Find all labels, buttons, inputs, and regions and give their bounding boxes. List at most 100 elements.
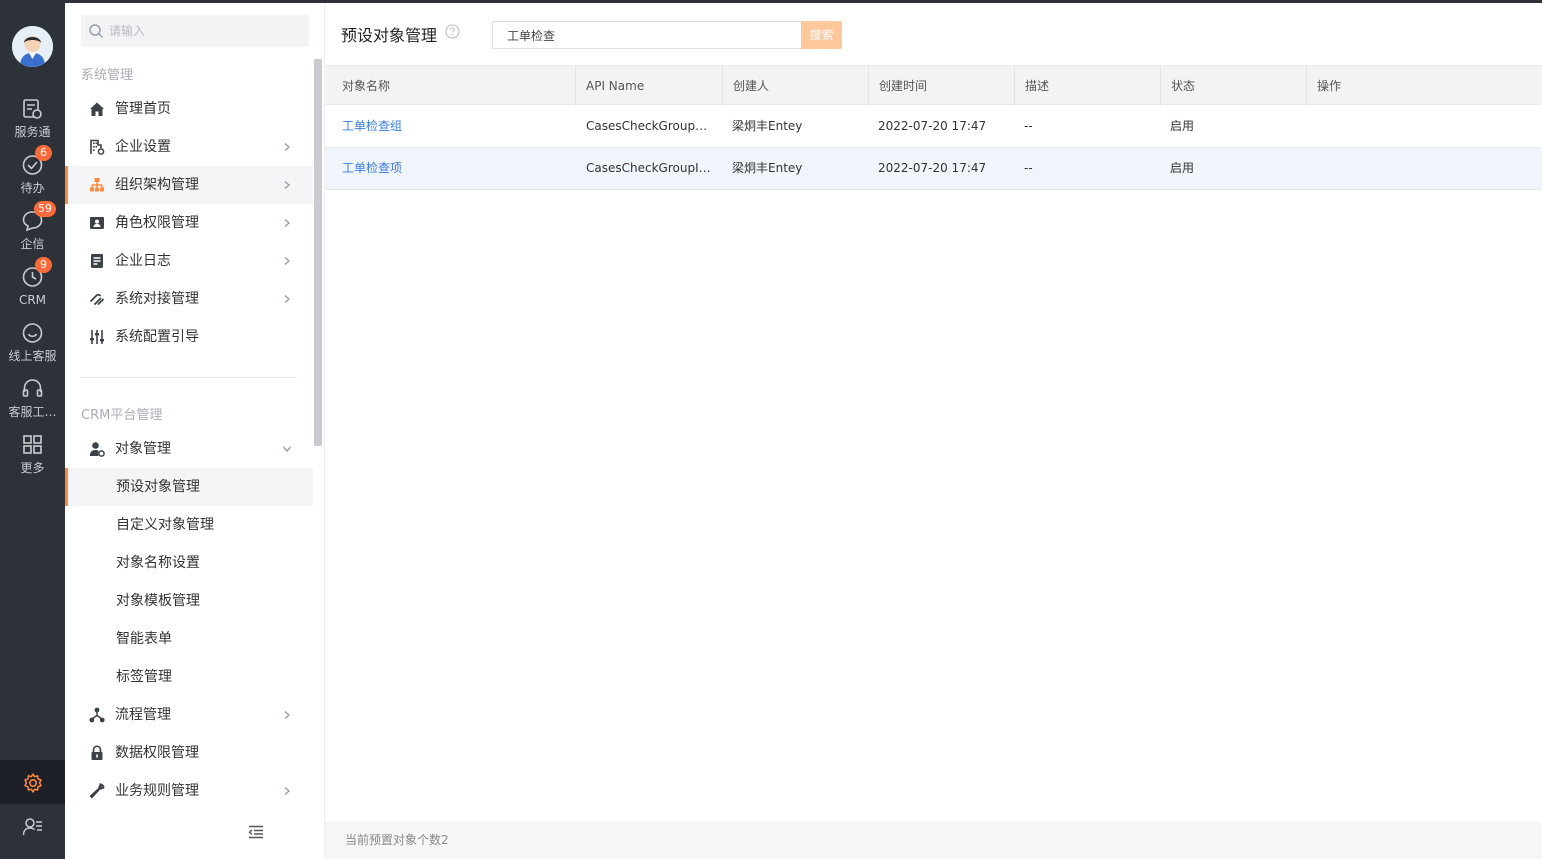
help-icon[interactable] <box>445 24 460 39</box>
created-time-cell: 2022-07-20 17:47 <box>878 119 987 133</box>
menu-item-object-management[interactable]: 对象管理 <box>65 430 313 468</box>
rail-item-online-service[interactable]: 线上客服 <box>0 321 65 377</box>
avatar[interactable] <box>12 26 53 67</box>
menu-item-process-management[interactable]: 流程管理 <box>65 696 313 734</box>
menu-item-label: 流程管理 <box>115 707 171 723</box>
sidebar-scrollbar[interactable] <box>314 59 322 446</box>
menu-item-label: 业务规则管理 <box>115 783 199 799</box>
column-header-description[interactable]: 描述 <box>1015 66 1161 106</box>
search-button[interactable]: 搜索 <box>801 21 842 49</box>
org-chart-icon <box>90 178 104 192</box>
page-title: 预设对象管理 <box>341 26 438 45</box>
messenger-badge: 59 <box>34 201 56 217</box>
chevron-right-icon <box>284 180 291 190</box>
object-count-text: 当前预置对象个数2 <box>345 833 449 847</box>
chevron-right-icon <box>284 218 291 228</box>
chevron-right-icon <box>284 710 291 720</box>
column-header-status[interactable]: 状态 <box>1161 66 1307 106</box>
menu-item-label: 系统配置引导 <box>115 329 199 345</box>
actions-cell <box>1306 106 1542 147</box>
search-icon <box>89 24 104 39</box>
rail-item-crm[interactable]: 9 CRM <box>0 257 65 321</box>
menu-item-config-guide[interactable]: 系统配置引导 <box>65 318 313 356</box>
rail-item-todo[interactable]: 6 待办 <box>0 145 65 209</box>
column-header-api-name[interactable]: API Name <box>576 66 723 106</box>
column-header-creator[interactable]: 创建人 <box>723 66 869 106</box>
menu-item-org-structure[interactable]: 组织架构管理 <box>65 166 313 204</box>
menu-item-role-permissions[interactable]: 角色权限管理 <box>65 204 313 242</box>
creator-cell: 梁炯丰Entey <box>732 119 803 133</box>
lock-icon <box>91 745 103 760</box>
todo-badge: 6 <box>35 145 52 161</box>
object-search-input[interactable] <box>507 22 787 48</box>
table-row[interactable]: 工单检查组 CasesCheckGroupObj 梁炯丰Entey 2022-0… <box>325 106 1542 148</box>
main-content: 预设对象管理 搜索 对象名称 API Name 创建人 创建时间 描述 状态 操… <box>325 3 1542 859</box>
actions-cell <box>1306 148 1542 189</box>
sub-item-preset-objects[interactable]: 预设对象管理 <box>65 468 313 506</box>
menu-item-company-log[interactable]: 企业日志 <box>65 242 313 280</box>
creator-cell: 梁炯丰Entey <box>732 161 803 175</box>
rail-label: 企信 <box>20 237 45 251</box>
description-cell: -- <box>1024 119 1033 133</box>
menu-item-data-permissions[interactable]: 数据权限管理 <box>65 734 313 772</box>
rail-label: 客服工… <box>8 405 57 419</box>
menu-item-label: 对象管理 <box>115 441 171 457</box>
menu-item-label: 系统对接管理 <box>115 291 199 307</box>
sub-item-label: 智能表单 <box>116 631 172 647</box>
user-list-icon <box>22 818 42 836</box>
menu-item-label: 角色权限管理 <box>115 215 199 231</box>
column-header-created-time[interactable]: 创建时间 <box>869 66 1015 106</box>
link-icon <box>90 293 104 305</box>
sub-item-object-templates[interactable]: 对象模板管理 <box>65 582 313 620</box>
chevron-right-icon <box>284 786 291 796</box>
section-title-crm: CRM平台管理 <box>81 408 163 423</box>
wrench-icon <box>89 783 105 799</box>
rail-item-service-desk[interactable]: 客服工… <box>0 377 65 433</box>
sidebar-search <box>81 15 309 47</box>
section-title-system: 系统管理 <box>81 68 134 83</box>
menu-item-company-settings[interactable]: 企业设置 <box>65 128 313 166</box>
sidebar-divider <box>81 377 297 378</box>
status-cell: 启用 <box>1170 119 1195 133</box>
sidebar: 系统管理 管理首页 企业设置 组织架构管理 <box>65 3 325 859</box>
sub-item-custom-objects[interactable]: 自定义对象管理 <box>65 506 313 544</box>
rail-label: 服务通 <box>14 125 51 139</box>
sub-item-tags[interactable]: 标签管理 <box>65 658 313 696</box>
status-cell: 启用 <box>1170 161 1195 175</box>
table-row[interactable]: 工单检查项 CasesCheckGroupItemObj 梁炯丰Entey 20… <box>325 148 1542 190</box>
rail-item-service[interactable]: 服务通 <box>0 97 65 153</box>
collapse-sidebar-icon[interactable] <box>248 825 264 839</box>
created-time-cell: 2022-07-20 17:47 <box>878 161 987 175</box>
object-name-link[interactable]: 工单检查组 <box>325 106 576 147</box>
menu-item-label: 企业设置 <box>115 139 171 155</box>
user-gear-icon <box>89 442 105 457</box>
rail-settings[interactable] <box>0 760 65 804</box>
rail-label: 更多 <box>20 461 45 475</box>
sidebar-search-input[interactable] <box>109 15 305 47</box>
description-cell: -- <box>1024 161 1033 175</box>
document-icon <box>91 254 103 268</box>
rail-user-menu[interactable] <box>0 804 65 859</box>
object-search <box>492 21 802 49</box>
menu-item-label: 企业日志 <box>115 253 171 269</box>
column-header-actions: 操作 <box>1317 79 1342 93</box>
api-name-cell: CasesCheckGroupObj <box>586 119 714 133</box>
rail-label: CRM <box>18 293 47 307</box>
menu-item-business-rules[interactable]: 业务规则管理 <box>65 772 313 810</box>
rail-item-more[interactable]: 更多 <box>0 433 65 489</box>
menu-item-home[interactable]: 管理首页 <box>65 90 313 128</box>
sub-item-smart-forms[interactable]: 智能表单 <box>65 620 313 658</box>
menu-item-label: 管理首页 <box>115 101 171 117</box>
api-name-cell: CasesCheckGroupItemObj <box>586 161 714 175</box>
flow-icon <box>89 707 105 723</box>
sub-item-label: 对象模板管理 <box>116 593 200 609</box>
gear-icon <box>24 773 42 793</box>
object-name-link[interactable]: 工单检查项 <box>325 148 576 189</box>
chevron-right-icon <box>284 294 291 304</box>
building-icon <box>90 139 105 155</box>
crm-badge: 9 <box>35 257 52 273</box>
sub-item-object-name-settings[interactable]: 对象名称设置 <box>65 544 313 582</box>
menu-item-system-integration[interactable]: 系统对接管理 <box>65 280 313 318</box>
column-header-name[interactable]: 对象名称 <box>325 66 576 106</box>
rail-item-messenger[interactable]: 59 企信 <box>0 201 65 265</box>
